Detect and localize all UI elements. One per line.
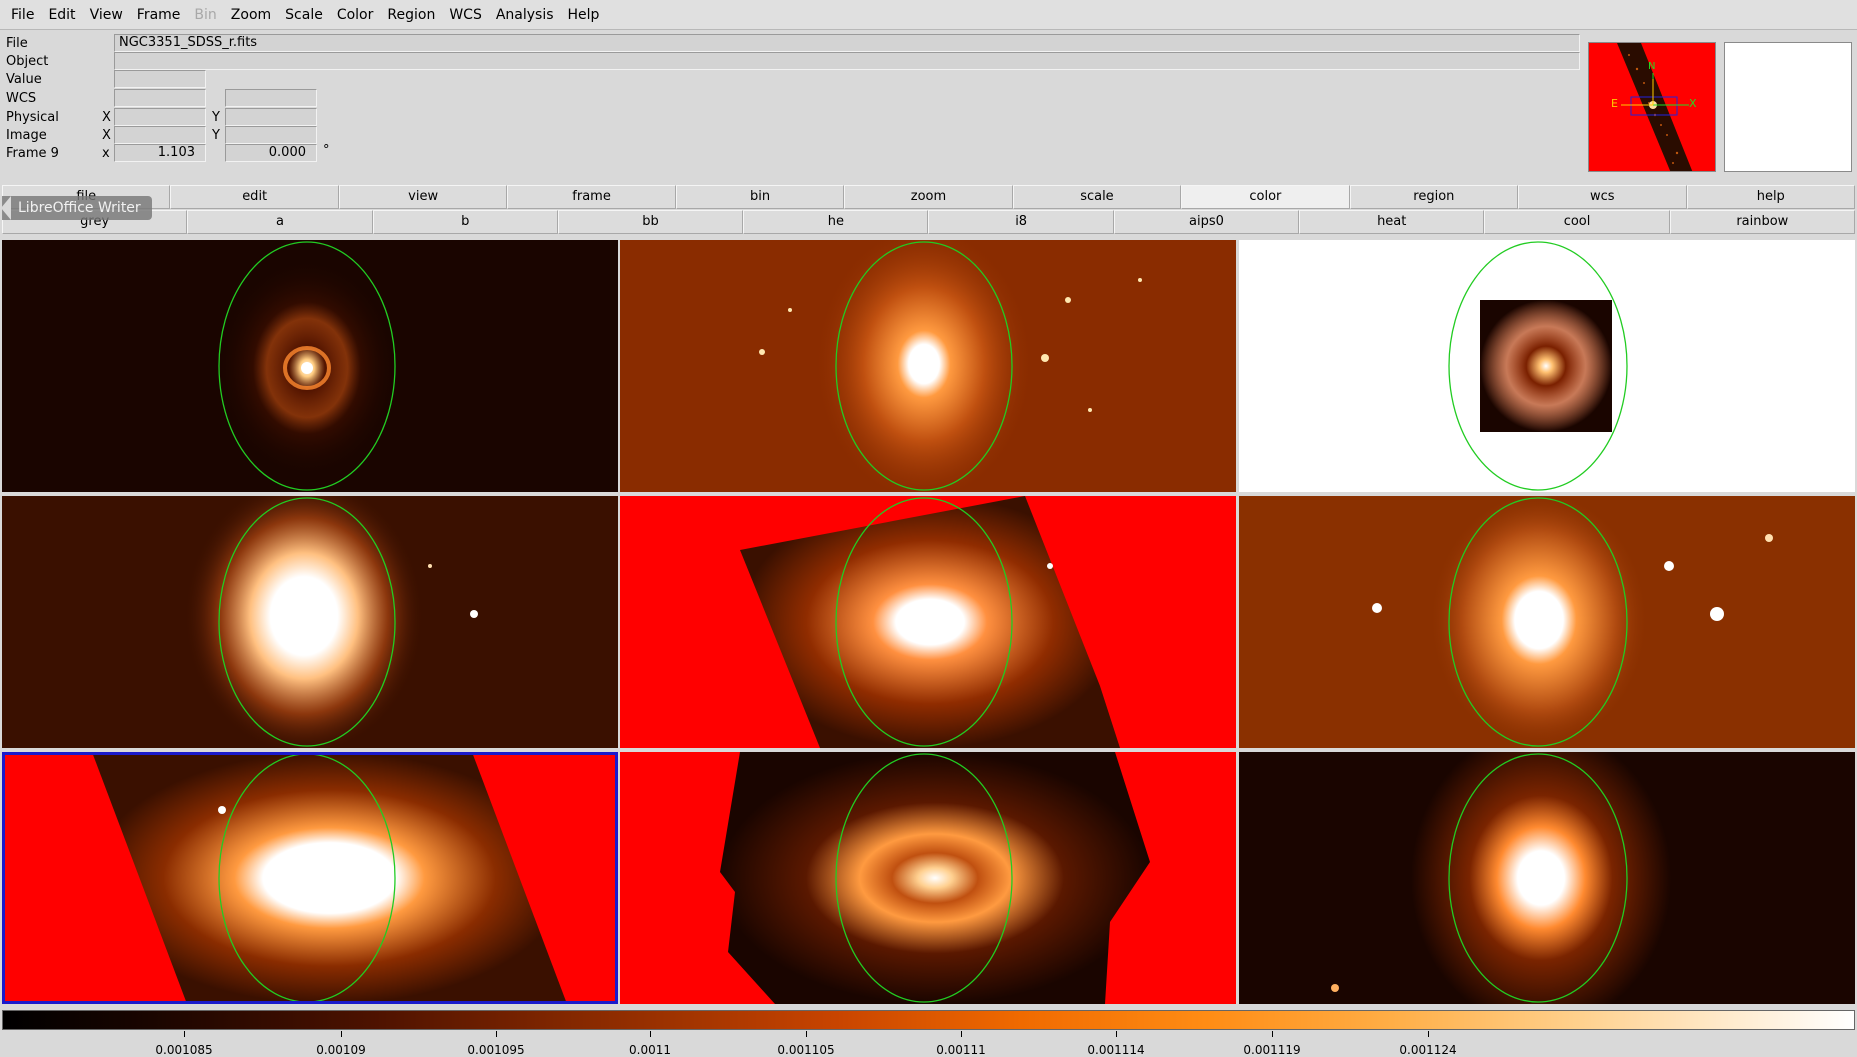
menu-edit[interactable]: Edit xyxy=(41,0,82,30)
button-view[interactable]: view xyxy=(338,185,508,209)
frame-4[interactable] xyxy=(2,496,618,748)
menu-frame[interactable]: Frame xyxy=(130,0,188,30)
object-label: Object xyxy=(6,54,49,69)
colorbar-tick-mark xyxy=(961,1031,962,1037)
menu-wcs[interactable]: WCS xyxy=(442,0,489,30)
colorbar-tick-label: 0.001119 xyxy=(1243,1043,1301,1057)
taskbar-tooltip: LibreOffice Writer xyxy=(1,196,152,220)
colorbar-tick-label: 0.00111 xyxy=(936,1043,986,1057)
colorbar-tick-label: 0.00109 xyxy=(316,1043,366,1057)
frame-5[interactable] xyxy=(620,496,1236,748)
image-x-field xyxy=(114,126,206,144)
menu-zoom[interactable]: Zoom xyxy=(224,0,278,30)
colormap-button-b[interactable]: b xyxy=(372,210,558,234)
button-scale[interactable]: scale xyxy=(1012,185,1182,209)
colorbar-tick-mark xyxy=(1272,1031,1273,1037)
angle-unit: ° xyxy=(323,143,330,158)
colorbar-tick-mark xyxy=(806,1031,807,1037)
menu-help[interactable]: Help xyxy=(561,0,607,30)
object-field xyxy=(114,52,1580,70)
angle-field: 0.000 xyxy=(225,144,317,162)
frame-9[interactable] xyxy=(1239,752,1855,1004)
colormap-button-aips0[interactable]: aips0 xyxy=(1113,210,1300,234)
zoom-field: 1.103 xyxy=(114,144,206,162)
colorbar-tick-label: 0.001085 xyxy=(155,1043,213,1057)
menu-scale[interactable]: Scale xyxy=(278,0,330,30)
button-bin[interactable]: bin xyxy=(675,185,845,209)
frame-6[interactable] xyxy=(1239,496,1855,748)
button-bar-main: fileeditviewframebinzoomscalecolorregion… xyxy=(2,185,1855,209)
file-field: NGC3351_SDSS_r.fits xyxy=(114,34,1580,52)
colorbar-tick-label: 0.001124 xyxy=(1399,1043,1457,1057)
colorbar-tick-mark xyxy=(1116,1031,1117,1037)
wcs-x-field xyxy=(114,89,206,107)
colormap-button-bb[interactable]: bb xyxy=(557,210,744,234)
zoom-x-label: x xyxy=(102,146,110,161)
image-x-label: X xyxy=(102,128,111,143)
physical-label: Physical xyxy=(6,110,59,125)
button-color[interactable]: color xyxy=(1181,185,1350,209)
colorbar-tick-mark xyxy=(1428,1031,1429,1037)
image-y-label: Y xyxy=(212,128,220,143)
colormap-button-rainbow[interactable]: rainbow xyxy=(1669,210,1855,234)
wcs-label: WCS xyxy=(6,91,37,106)
button-zoom[interactable]: zoom xyxy=(844,185,1013,209)
image-y-field xyxy=(225,126,317,144)
button-bar-color: grey a b bb he i8 aips0 heat cool rainbow xyxy=(2,210,1855,234)
info-panel: File NGC3351_SDSS_r.fits Object Value WC… xyxy=(0,31,1587,183)
colorbar-tick-mark xyxy=(341,1031,342,1037)
menu-color[interactable]: Color xyxy=(330,0,381,30)
physical-x-field xyxy=(114,108,206,126)
colorbar-tick-mark xyxy=(496,1031,497,1037)
physical-y-label: Y xyxy=(212,110,220,125)
value-field xyxy=(114,70,206,88)
colorbar-tick-label: 0.0011 xyxy=(629,1043,671,1057)
button-frame[interactable]: frame xyxy=(507,185,676,209)
colormap-button-i8[interactable]: i8 xyxy=(928,210,1114,234)
frame-7[interactable] xyxy=(2,752,618,1004)
frames-canvas[interactable] xyxy=(0,238,1857,1008)
colorbar-tick-label: 0.001095 xyxy=(467,1043,525,1057)
colormap-button-he[interactable]: he xyxy=(743,210,929,234)
colorbar-tick-label: 0.001114 xyxy=(1087,1043,1145,1057)
colorbar-tick-mark xyxy=(650,1031,651,1037)
menu-analysis[interactable]: Analysis xyxy=(489,0,561,30)
colormap-button-a[interactable]: a xyxy=(187,210,373,234)
button-region[interactable]: region xyxy=(1349,185,1519,209)
button-wcs[interactable]: wcs xyxy=(1518,185,1687,209)
frame-2[interactable] xyxy=(620,240,1236,492)
menu-bar: File Edit View Frame Bin Zoom Scale Color Region… xyxy=(0,0,1857,30)
frame-1[interactable] xyxy=(2,240,618,492)
frame-3[interactable] xyxy=(1239,240,1855,492)
wcs-y-field xyxy=(225,89,317,107)
frame-8[interactable] xyxy=(620,752,1236,1004)
colorbar-tick-mark xyxy=(184,1031,185,1037)
colormap-button-heat[interactable]: heat xyxy=(1299,210,1485,234)
colorbar[interactable] xyxy=(2,1010,1855,1030)
button-edit[interactable]: edit xyxy=(170,185,339,209)
colorbar-tick-label: 0.001105 xyxy=(777,1043,835,1057)
panner[interactable]: E X N xyxy=(1588,42,1716,172)
colorbar-ticks: 0.001085 0.00109 0.001095 0.0011 0.001105 0.0… xyxy=(0,1031,1857,1057)
panner-east-label: E xyxy=(1611,97,1618,110)
physical-x-label: X xyxy=(102,110,111,125)
menu-file[interactable]: File xyxy=(4,0,41,30)
image-label: Image xyxy=(6,128,47,143)
frame-label: Frame 9 xyxy=(6,146,59,161)
value-label: Value xyxy=(6,72,42,87)
menu-view[interactable]: View xyxy=(83,0,130,30)
magnifier xyxy=(1724,42,1852,172)
panner-x-label: X xyxy=(1689,97,1697,110)
menu-bin: Bin xyxy=(194,6,217,23)
physical-y-field xyxy=(225,108,317,126)
file-label: File xyxy=(6,36,28,51)
panner-north-label: N xyxy=(1648,61,1656,72)
button-help[interactable]: help xyxy=(1686,185,1855,209)
colormap-button-cool[interactable]: cool xyxy=(1484,210,1670,234)
menu-region[interactable]: Region xyxy=(380,0,442,30)
